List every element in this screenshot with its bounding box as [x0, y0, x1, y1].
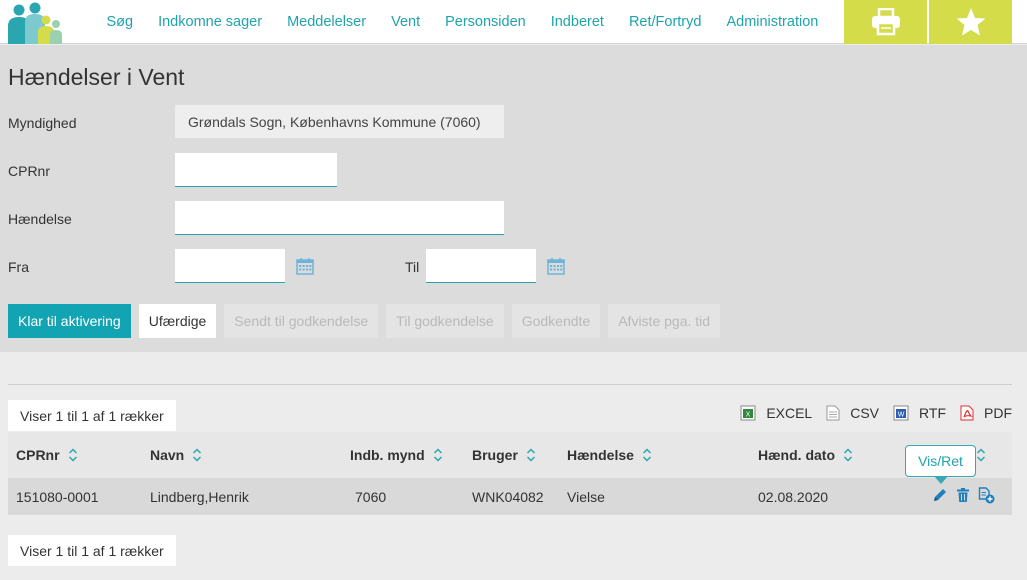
til-label: Til [405, 259, 420, 275]
til-date-input[interactable] [426, 249, 536, 283]
pdf-file-icon [960, 405, 974, 421]
cell-bruger: WNK04082 [472, 488, 544, 505]
myndighed-value: Grøndals Sogn, Københavns Kommune (7060) [175, 105, 504, 138]
export-csv-label: CSV [850, 405, 880, 421]
nav-item-meddelelser[interactable]: Meddelelser [275, 14, 379, 30]
svg-text:W: W [898, 412, 905, 419]
nav-item-sog[interactable]: Søg [94, 14, 146, 30]
row-count-top: Viser 1 til 1 af 1 rækker [8, 400, 176, 431]
nav-item-personsiden[interactable]: Personsiden [433, 14, 539, 30]
section-divider [8, 384, 1012, 385]
cell-haendelse: Vielse [567, 488, 605, 505]
cell-cprnr: 151080-0001 [16, 488, 99, 505]
export-toolbar: X EXCEL CSV W RTF PDF [726, 405, 1012, 421]
haendelse-label: Hændelse [8, 211, 72, 227]
excel-file-icon: X [740, 405, 756, 421]
table-row[interactable]: 151080-0001 Lindberg,Henrik 7060 WNK0408… [8, 478, 1012, 515]
column-header-indb-mynd[interactable]: Indb. mynd [350, 432, 443, 478]
favorite-button[interactable] [929, 0, 1012, 44]
top-navigation-bar: Søg Indkomne sager Meddelelser Vent Pers… [0, 0, 1027, 44]
trash-icon[interactable] [955, 487, 971, 503]
row-count-bottom: Viser 1 til 1 af 1 rækker [8, 535, 176, 566]
export-excel-button[interactable]: X EXCEL [740, 405, 812, 421]
fra-date-input[interactable] [175, 249, 285, 283]
nav-item-vent[interactable]: Vent [379, 14, 433, 30]
calendar-icon[interactable] [547, 257, 565, 275]
fra-label: Fra [8, 259, 29, 275]
vis-ret-tooltip: Vis/Ret [905, 445, 976, 484]
cprnr-input[interactable] [175, 153, 337, 187]
add-document-icon[interactable] [978, 487, 995, 504]
column-header-haend-dato[interactable]: Hænd. dato [758, 432, 853, 478]
export-excel-label: EXCEL [766, 405, 813, 421]
tab-klar-til-aktivering[interactable]: Klar til aktivering [8, 304, 131, 338]
tab-til-godkendelse[interactable]: Til godkendelse [386, 304, 504, 338]
column-header-haendelse[interactable]: Hændelse [567, 432, 652, 478]
column-header-label: Hænd. dato [758, 447, 835, 463]
star-icon [956, 8, 985, 36]
nav-item-administration[interactable]: Administration [714, 14, 831, 30]
table-header: CPRnr Navn Indb. mynd Bruger Hændelse Hæ… [8, 432, 1012, 478]
csv-file-icon [826, 405, 840, 421]
tab-godkendte[interactable]: Godkendte [511, 304, 601, 338]
results-table: CPRnr Navn Indb. mynd Bruger Hændelse Hæ… [8, 432, 1012, 515]
filter-panel: Hændelser i Vent Myndighed Grøndals Sogn… [0, 45, 1027, 352]
column-header-navn[interactable]: Navn [150, 432, 202, 478]
printer-icon [871, 8, 900, 36]
column-header-cprnr[interactable]: CPRnr [16, 432, 78, 478]
sort-icon [526, 448, 535, 462]
export-pdf-label: PDF [984, 405, 1012, 421]
column-header-label: Hændelse [567, 447, 634, 463]
column-header-actions[interactable] [976, 432, 986, 478]
tab-afviste-pga-tid[interactable]: Afviste pga. tid [608, 304, 721, 338]
column-header-label: CPRnr [16, 447, 60, 463]
page-title: Hændelser i Vent [8, 64, 185, 90]
export-csv-button[interactable]: CSV [826, 405, 879, 421]
sort-icon [193, 448, 202, 462]
column-header-label: Bruger [472, 447, 518, 463]
calendar-icon[interactable] [296, 257, 314, 275]
export-rtf-button[interactable]: W RTF [893, 405, 946, 421]
column-header-label: Navn [150, 447, 185, 463]
export-rtf-label: RTF [919, 405, 946, 421]
tab-sendt-til-godkendelse[interactable]: Sendt til godkendelse [224, 304, 379, 338]
svg-text:X: X [746, 412, 751, 419]
pencil-icon[interactable] [932, 487, 948, 503]
sort-icon [433, 448, 442, 462]
cell-indb-mynd: 7060 [355, 488, 387, 505]
export-pdf-button[interactable]: PDF [960, 405, 1012, 421]
cell-dato: 02.08.2020 [758, 488, 829, 505]
column-header-bruger[interactable]: Bruger [472, 432, 536, 478]
nav-item-indberet[interactable]: Indberet [538, 14, 616, 30]
myndighed-label: Myndighed [8, 115, 77, 131]
rtf-file-icon: W [893, 405, 909, 421]
tab-ufaerdige[interactable]: Ufærdige [138, 304, 217, 338]
sort-icon [843, 448, 853, 462]
sort-icon [642, 448, 651, 462]
sort-icon [976, 448, 986, 462]
status-tabs: Klar til aktivering Ufærdige Sendt til g… [8, 304, 728, 338]
column-header-label: Indb. mynd [350, 447, 425, 463]
print-button[interactable] [844, 0, 927, 44]
cell-navn: Lindberg,Henrik [150, 488, 249, 505]
cprnr-label: CPRnr [8, 163, 51, 179]
sort-icon [68, 448, 77, 462]
nav-item-ret-fortryd[interactable]: Ret/Fortryd [616, 14, 714, 30]
haendelse-input[interactable] [175, 201, 504, 235]
main-nav: Søg Indkomne sager Meddelelser Vent Pers… [94, 0, 831, 44]
logo-icon[interactable] [6, 2, 64, 44]
nav-item-indkomne-sager[interactable]: Indkomne sager [146, 14, 275, 30]
